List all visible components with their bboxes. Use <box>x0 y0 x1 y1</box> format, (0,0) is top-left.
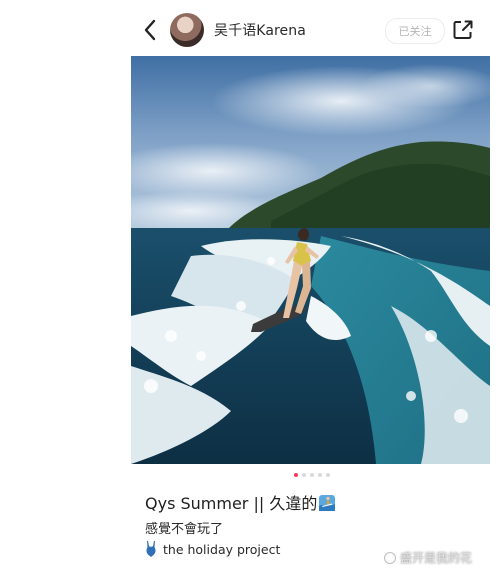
project-text: the holiday project <box>163 541 281 557</box>
carousel-dot[interactable] <box>318 473 322 477</box>
surfing-photo <box>131 56 490 464</box>
carousel-dot[interactable] <box>310 473 314 477</box>
surfer-emoji-icon <box>319 495 336 511</box>
watermark-logo-icon <box>384 551 396 564</box>
post-body: 感覺不會玩了 <box>145 522 224 537</box>
username[interactable]: 吴千语Karena <box>214 20 306 40</box>
watermark-text: 盛开是我的花 <box>400 551 473 565</box>
carousel-dot[interactable] <box>302 473 306 477</box>
post-project-line: the holiday project <box>145 541 280 557</box>
carousel-dot[interactable] <box>326 473 330 477</box>
post-title-text: Qys Summer || 久違的 <box>145 494 318 513</box>
post-photo[interactable] <box>131 56 490 464</box>
avatar[interactable] <box>170 13 204 47</box>
swimsuit-emoji-icon <box>146 541 156 557</box>
top-bar: 吴千语Karena 已关注 <box>0 0 500 58</box>
post-title: Qys Summer || 久違的 <box>145 490 336 514</box>
carousel-dot[interactable] <box>294 473 298 477</box>
chevron-left-icon[interactable] <box>140 18 162 42</box>
watermark: 盛开是我的花 <box>384 549 472 566</box>
carousel-indicator <box>0 473 500 477</box>
follow-button[interactable]: 已关注 <box>385 18 445 44</box>
share-icon[interactable] <box>452 19 474 41</box>
